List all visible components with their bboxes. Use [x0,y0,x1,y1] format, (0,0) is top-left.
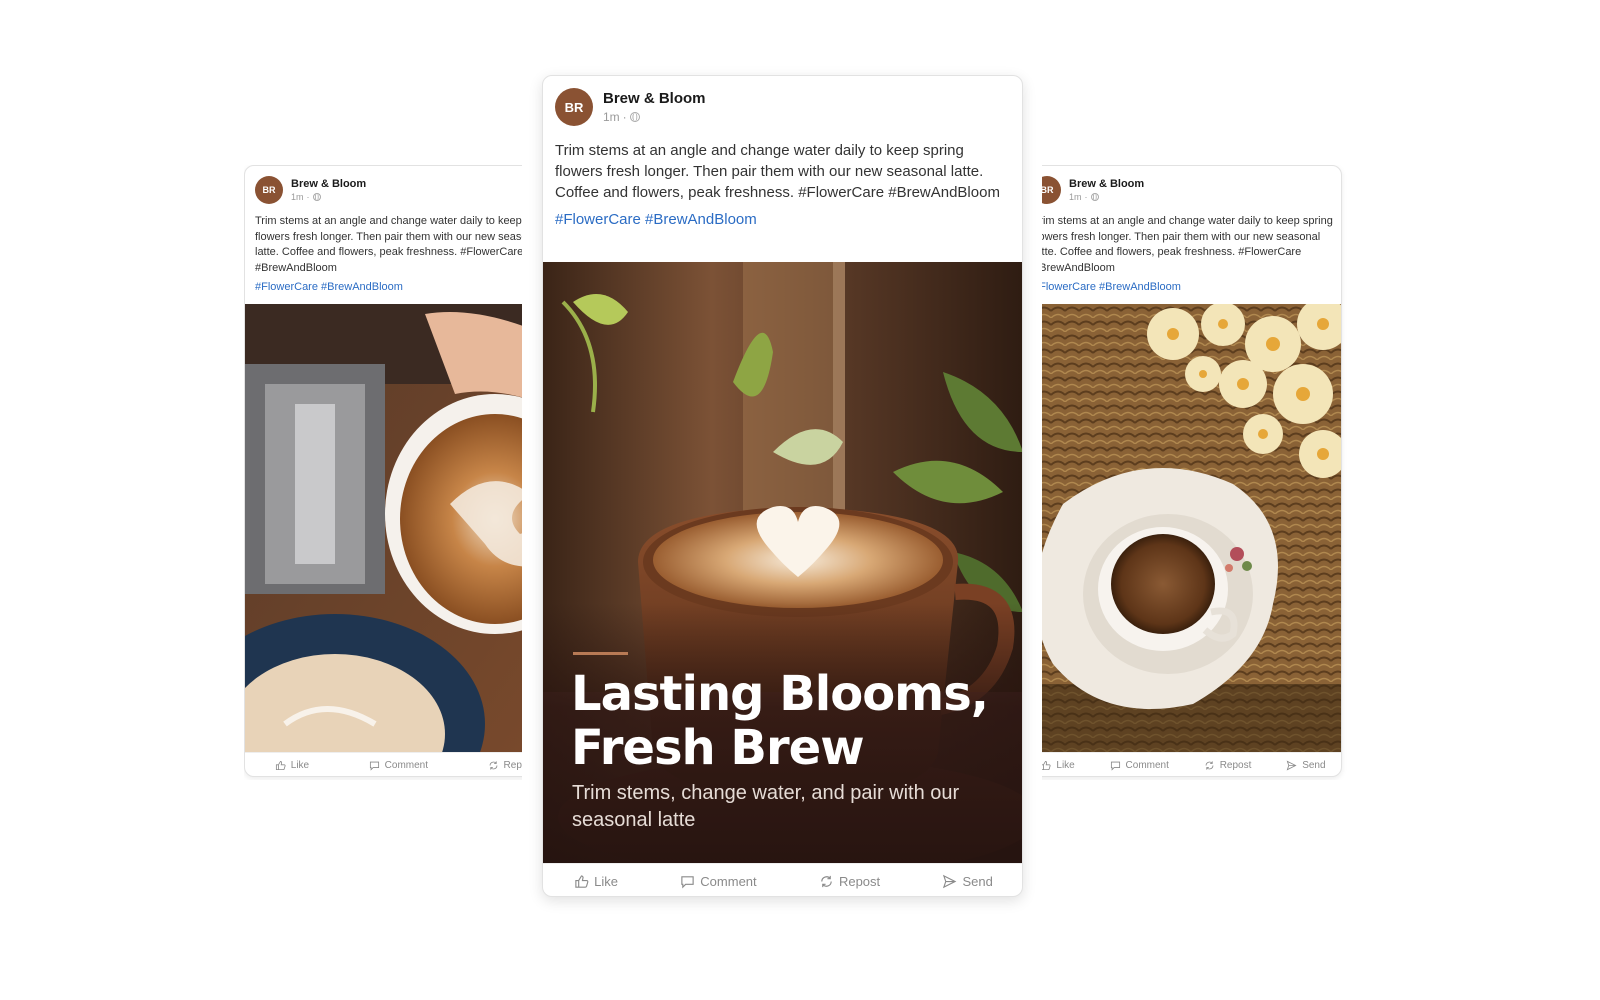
post-actions: Like Comment Repost Send [1042,752,1341,776]
comment-label: Comment [700,873,757,889]
globe-icon [629,112,640,122]
thumbs-up-icon [575,874,589,888]
send-label: Send [1302,760,1326,771]
avatar[interactable]: BR [255,176,283,204]
comment-icon [1110,761,1120,771]
post-text: Trim stems at an angle and change water … [555,142,1000,201]
image-subline: Trim stems, change water, and pair with … [572,782,960,831]
author-name[interactable]: Brew & Bloom [291,178,366,190]
post-card-left: BR Brew & Bloom 1m · Trim stems at an an… [244,165,522,777]
like-button[interactable]: Like [275,760,309,771]
timestamp: 1m [1069,192,1082,202]
author-name[interactable]: Brew & Bloom [1069,178,1144,190]
avatar[interactable]: BR [555,88,593,126]
post-hashtags[interactable]: #FlowerCare #BrewAndBloom [245,276,522,293]
author-name[interactable]: Brew & Bloom [603,90,706,107]
like-label: Like [594,873,618,889]
accent-line [573,652,628,655]
post-image[interactable] [1042,304,1341,752]
post-actions: Like Comment Repost [245,752,522,776]
post-text: Trim stems at an angle and change water … [255,215,522,274]
meta-separator: · [306,192,310,202]
comment-button[interactable]: Comment [1110,760,1169,771]
image-headline: Lasting Blooms, Fresh Brew [571,666,989,776]
comment-label: Comment [384,760,429,771]
comment-label: Comment [1125,760,1169,771]
like-label: Like [1056,760,1075,771]
post-image[interactable] [245,304,522,752]
like-button[interactable]: Like [574,874,618,889]
repost-icon [489,761,497,770]
repost-icon [1205,761,1214,770]
send-button[interactable]: Send [942,873,993,889]
globe-icon [1090,193,1099,201]
meta-separator: · [1084,192,1088,202]
post-text: Trim stems at an angle and change water … [1042,215,1333,274]
comment-button[interactable]: Comment [680,873,757,889]
post-card-right: BR Brew & Bloom 1m · Trim stems at an an… [1042,165,1342,777]
comment-icon [369,761,379,771]
globe-icon [312,193,321,201]
thumbs-up-icon [1042,760,1051,771]
post-header: BR Brew & Bloom 1m · [245,166,522,204]
latte-pour-image [245,304,522,752]
post-hashtags[interactable]: #FlowerCare #BrewAndBloom [1042,276,1341,293]
comment-icon [681,875,694,888]
thumbs-up-icon [275,760,286,771]
comment-button[interactable]: Comment [369,760,428,771]
repost-button[interactable]: Repost [819,874,880,889]
timestamp: 1m [603,110,620,124]
send-button[interactable]: Send [1286,760,1326,771]
repost-label: Repost [838,873,881,889]
post-meta: 1m · [1069,192,1144,202]
repost-label: Repost [1219,760,1252,771]
send-icon [943,874,957,888]
avatar[interactable]: BR [1042,176,1061,204]
send-icon [1286,760,1297,771]
post-meta: 1m · [603,110,706,124]
espresso-flowers-image [1042,304,1341,752]
send-label: Send [962,873,993,889]
post-hashtags[interactable]: #FlowerCare #BrewAndBloom [543,203,1022,228]
post-header: BR Brew & Bloom 1m · [1042,166,1341,204]
repost-button[interactable]: Repost [488,760,522,771]
repost-button[interactable]: Repost [1204,760,1252,771]
repost-icon [821,875,832,887]
meta-separator: · [622,110,627,124]
timestamp: 1m [291,192,304,202]
left-post-preview: BR Brew & Bloom 1m · Trim stems at an an… [244,165,522,780]
like-label: Like [290,760,310,771]
post-card-center: BR Brew & Bloom 1m · Trim stems at an an… [542,75,1023,897]
post-meta: 1m · [291,192,366,202]
post-header: BR Brew & Bloom 1m · [543,76,1022,126]
repost-label: Repost [503,760,522,771]
post-actions: Like Comment Repost Send [543,863,1022,896]
right-post-preview: BR Brew & Bloom 1m · Trim stems at an an… [1042,165,1362,780]
like-button[interactable]: Like [1042,760,1075,771]
post-image[interactable]: Lasting Blooms, Fresh Brew Trim stems, c… [543,262,1022,863]
